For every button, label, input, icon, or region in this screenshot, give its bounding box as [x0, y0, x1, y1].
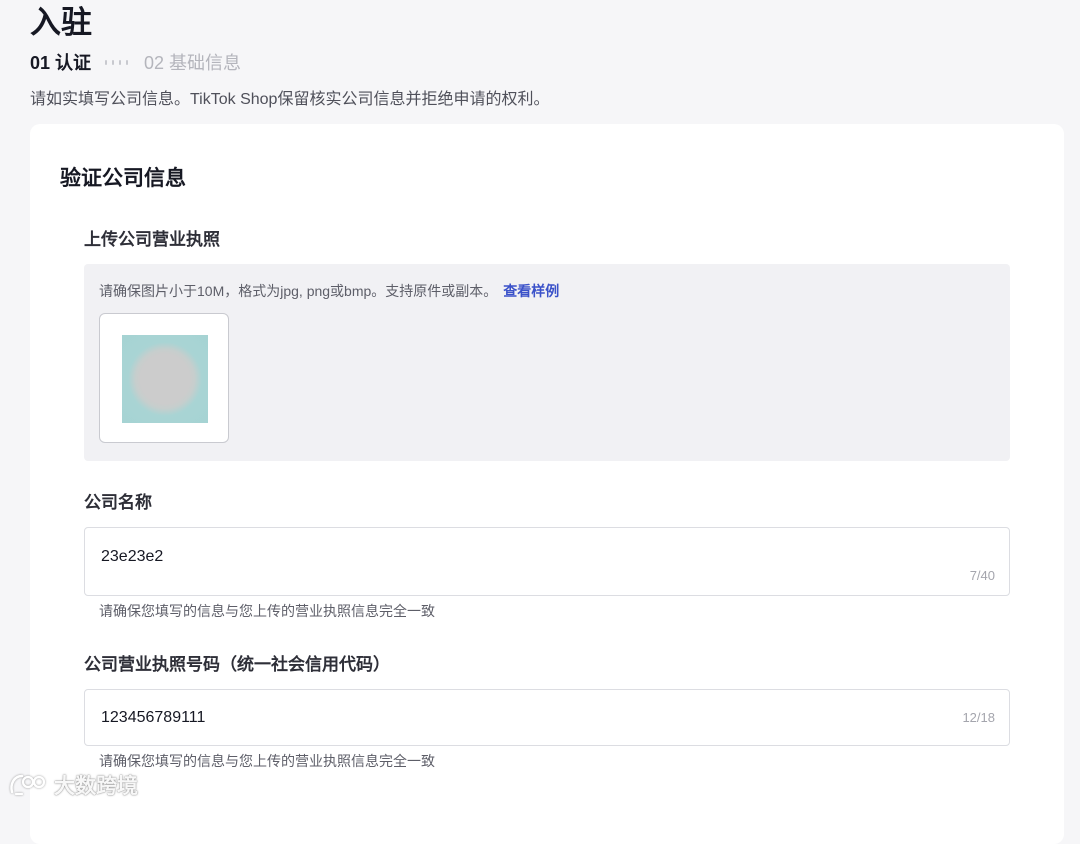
license-number-input[interactable]: 123456789111 12/18	[84, 689, 1010, 746]
page-title: 入驻	[30, 5, 92, 40]
view-example-link[interactable]: 查看样例	[503, 283, 559, 299]
upload-hint: 请确保图片小于10M，格式为jpg, png或bmp。支持原件或副本。 查看样例	[99, 281, 559, 301]
form-card: 验证公司信息 上传公司营业执照 请确保图片小于10M，格式为jpg, png或b…	[30, 124, 1064, 844]
step-separator	[105, 59, 129, 65]
step-indicator: 01 认证 02 基础信息	[30, 50, 241, 74]
uploaded-license-thumbnail[interactable]	[99, 313, 229, 443]
watermark-logo-icon	[10, 774, 46, 796]
section-title: 验证公司信息	[60, 167, 186, 190]
company-name-value: 23e23e2	[101, 548, 164, 565]
license-number-helper: 请确保您填写的信息与您上传的营业执照信息完全一致	[99, 753, 435, 769]
watermark: 大数跨境	[8, 770, 138, 800]
step-next: 02 基础信息	[144, 53, 242, 73]
license-number-value: 123456789111	[101, 709, 206, 726]
license-image-preview	[122, 335, 208, 423]
upload-area: 请确保图片小于10M，格式为jpg, png或bmp。支持原件或副本。 查看样例	[84, 264, 1010, 461]
license-number-counter: 12/18	[962, 710, 995, 725]
intro-text: 请如实填写公司信息。TikTok Shop保留核实公司信息并拒绝申请的权利。	[30, 91, 550, 108]
company-name-input[interactable]: 23e23e2 7/40	[84, 527, 1010, 596]
company-name-label: 公司名称	[84, 493, 152, 512]
step-current: 01 认证	[30, 53, 92, 73]
upload-label: 上传公司营业执照	[84, 230, 220, 249]
upload-hint-text: 请确保图片小于10M，格式为jpg, png或bmp。支持原件或副本。	[99, 283, 498, 299]
license-number-label: 公司营业执照号码（统一社会信用代码）	[84, 655, 390, 674]
company-name-counter: 7/40	[969, 568, 995, 583]
company-name-helper: 请确保您填写的信息与您上传的营业执照信息完全一致	[99, 603, 435, 619]
watermark-text: 大数跨境	[54, 775, 138, 798]
